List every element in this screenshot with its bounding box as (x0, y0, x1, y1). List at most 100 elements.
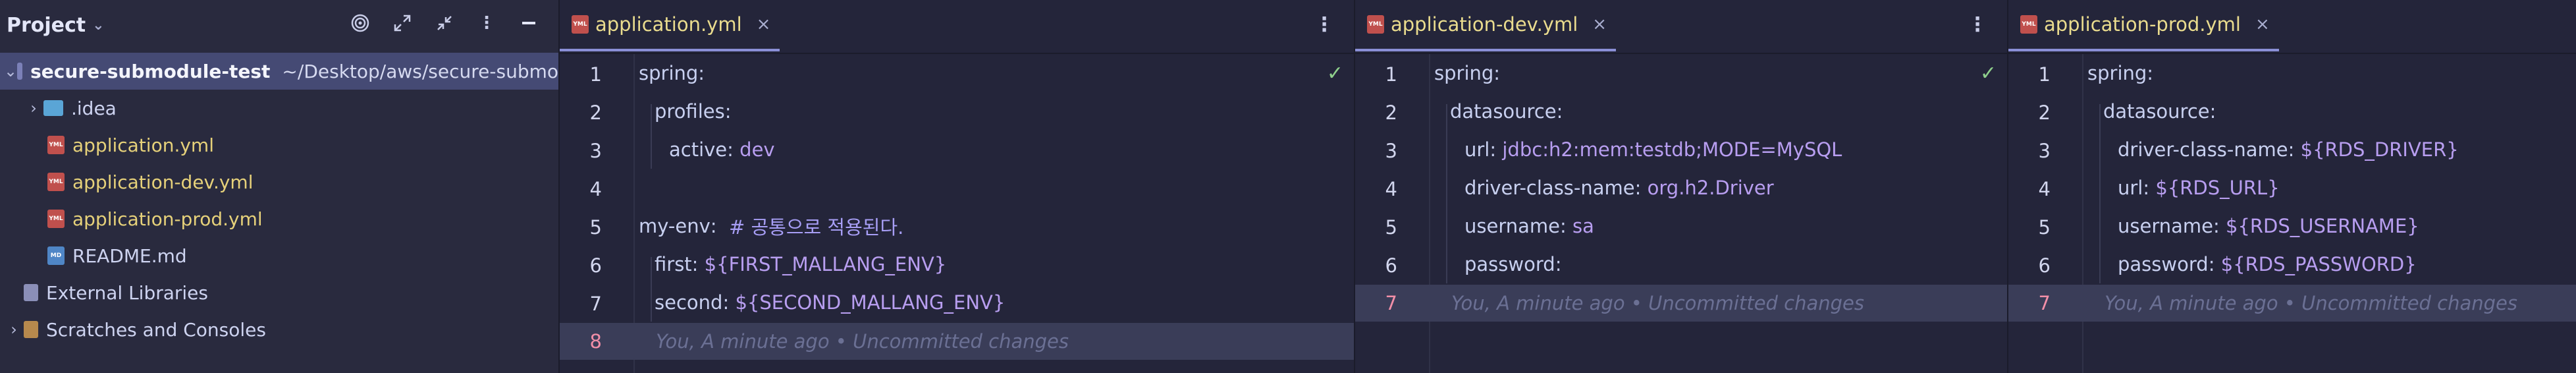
yaml-file-icon: YML (572, 15, 589, 34)
yaml-file-icon: YML (47, 210, 65, 228)
code-area[interactable]: ✓ spring: datasource: url: jdbc:h2:mem:t… (1430, 54, 2006, 283)
close-icon[interactable]: × (2255, 14, 2270, 34)
line-number: 8 (589, 330, 602, 353)
yaml-key: password (1464, 253, 1555, 275)
module-folder-icon (17, 63, 23, 80)
yaml-key: second (655, 291, 723, 314)
tree-item-readme[interactable]: MD README.md (0, 237, 558, 274)
tab-application-dev-yml[interactable]: YML application-dev.yml × (1355, 0, 1617, 51)
tree-item-scratches[interactable]: › Scratches and Consoles (0, 311, 558, 348)
tree-item-label: External Libraries (46, 281, 208, 304)
tab-label: application-dev.yml (1391, 13, 1578, 36)
editor-pane-application-prod-yml: YML application-prod.yml × 1 2 3 4 5 6 7… (2008, 0, 2576, 373)
tree-item-application-dev-yml[interactable]: YML application-dev.yml (0, 163, 558, 200)
editor-options-icon[interactable]: ⋮ (1314, 13, 1334, 36)
current-line-highlight: 8 You, A minute ago • Uncommitted change… (560, 323, 1354, 360)
current-line-highlight: 7 You, A minute ago • Uncommitted change… (2008, 285, 2576, 322)
yaml-colon: : (2209, 100, 2216, 123)
code-line: second: ${SECOND_MALLANG_ENV} (635, 283, 1353, 322)
yaml-file-icon: YML (1367, 15, 1384, 34)
tree-item-root-module[interactable]: ⌄ secure-submodule-test ~/Desktop/aws/se… (0, 53, 558, 90)
line-number: 3 (1385, 140, 1397, 162)
yaml-file-icon: YML (2020, 15, 2037, 34)
tree-item-label: application-prod.yml (72, 208, 263, 230)
line-number: 4 (589, 178, 602, 200)
yaml-colon: : (722, 291, 730, 314)
chevron-down-icon[interactable]: ⌄ (4, 62, 17, 80)
tab-application-prod-yml[interactable]: YML application-prod.yml × (2008, 0, 2279, 51)
line-number-gutter: 1 2 3 4 5 6 (2008, 54, 2083, 373)
yaml-key: active (669, 138, 728, 161)
yaml-colon: : (1556, 100, 1563, 123)
code-line: datasource: (2083, 92, 2576, 130)
close-icon[interactable]: × (757, 14, 771, 34)
tree-item-label: Scratches and Consoles (46, 318, 266, 341)
code-line: spring: (635, 54, 1353, 92)
close-icon[interactable]: × (1592, 14, 1607, 34)
project-view-selector[interactable]: Project (7, 14, 86, 37)
line-number: 2 (2038, 101, 2051, 124)
yaml-key: spring (1434, 62, 1494, 84)
yaml-colon: : (698, 62, 705, 84)
library-icon (24, 284, 38, 301)
line-number: 4 (2038, 178, 2051, 200)
root-module-path: ~/Desktop/aws/secure-submo (282, 60, 558, 82)
yaml-value: ${SECOND_MALLANG_ENV} (735, 291, 1006, 314)
code-line: spring: (2083, 54, 2576, 92)
yaml-key: datasource (2103, 100, 2210, 123)
expand-all-icon[interactable] (391, 12, 414, 34)
project-tool-window: Project ⌄ ⋮ ⌄ secure-submodule-test ~/De… (0, 0, 560, 373)
line-number: 2 (1385, 101, 1397, 124)
tab-application-yml[interactable]: YML application.yml × (560, 0, 780, 51)
collapse-all-icon[interactable] (433, 12, 456, 34)
editor-options-icon[interactable]: ⋮ (1968, 13, 1987, 36)
select-opened-file-icon[interactable] (349, 12, 371, 34)
line-number: 2 (589, 101, 602, 124)
yaml-colon: : (2288, 138, 2295, 161)
yaml-key: first (655, 253, 692, 275)
options-menu-icon[interactable]: ⋮ (475, 12, 498, 34)
line-number: 7 (2038, 292, 2051, 314)
yaml-value: ${RDS_URL} (2155, 177, 2280, 199)
yaml-colon: : (1489, 138, 1497, 161)
code-area[interactable]: ✓ spring: profiles: active: dev my-env: … (635, 54, 1353, 322)
hide-panel-icon[interactable] (518, 12, 540, 34)
code-line: datasource: (1430, 92, 2006, 130)
chevron-right-icon[interactable]: › (24, 99, 43, 117)
yaml-key: spring (2087, 62, 2147, 84)
tree-item-application-prod-yml[interactable]: YML application-prod.yml (0, 200, 558, 237)
line-number: 1 (2038, 63, 2051, 86)
yaml-value: ${RDS_DRIVER} (2300, 138, 2459, 161)
line-number: 7 (589, 293, 602, 315)
tree-item-label: application.yml (72, 134, 214, 156)
code-line: password: ${RDS_PASSWORD} (2083, 245, 2576, 283)
code-line: driver-class-name: org.h2.Driver (1430, 169, 2006, 207)
scratches-icon (24, 321, 38, 338)
yaml-colon: : (2208, 253, 2215, 275)
code-line: active: dev (635, 130, 1353, 169)
chevron-right-icon[interactable]: › (4, 320, 24, 339)
code-line: username: ${RDS_USERNAME} (2083, 207, 2576, 245)
yaml-colon: : (2213, 215, 2220, 237)
code-area[interactable]: spring: datasource: driver-class-name: $… (2083, 54, 2576, 283)
tree-item-application-yml[interactable]: YML application.yml (0, 127, 558, 163)
yaml-value: ${RDS_USERNAME} (2226, 215, 2419, 237)
line-number: 6 (2038, 254, 2051, 277)
tree-item-idea[interactable]: › .idea (0, 90, 558, 127)
yaml-colon: : (1560, 215, 1567, 237)
root-module-name: secure-submodule-test (30, 60, 271, 82)
editor-tab-bar: YML application.yml × ⋮ (560, 0, 1354, 54)
tree-item-label: .idea (71, 97, 117, 119)
yaml-key: password (2118, 253, 2209, 275)
chevron-down-icon[interactable]: ⌄ (92, 17, 104, 34)
yaml-value: sa (1572, 215, 1594, 237)
yaml-value: org.h2.Driver (1647, 177, 1774, 199)
folder-icon (43, 100, 63, 116)
markdown-file-icon: MD (47, 246, 65, 265)
code-line: url: ${RDS_URL} (2083, 169, 2576, 207)
tree-item-external-libraries[interactable]: External Libraries (0, 274, 558, 311)
code-line: username: sa (1430, 207, 2006, 245)
tab-label: application.yml (595, 13, 742, 36)
tree-item-label: README.md (72, 244, 187, 267)
line-number: 6 (1385, 254, 1397, 277)
